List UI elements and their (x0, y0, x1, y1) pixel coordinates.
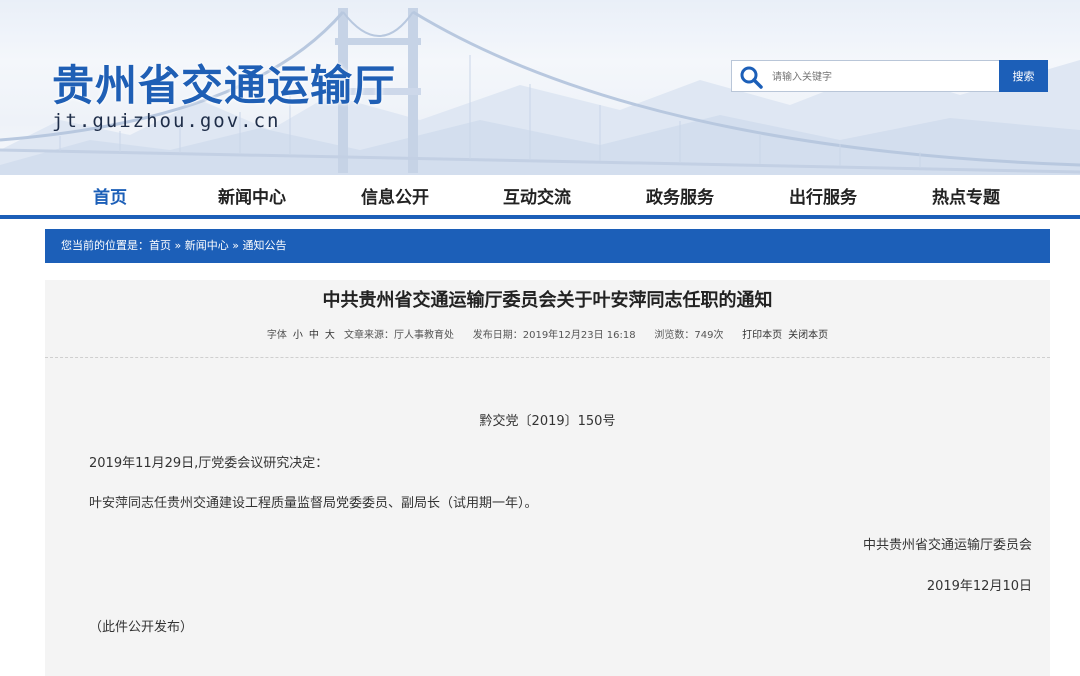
nav-underline-divider (0, 215, 1080, 219)
breadcrumb: 您当前的位置是：首页 » 新闻中心 » 通知公告 (45, 229, 1050, 263)
nav-item-news-center[interactable]: 新闻中心 (218, 183, 286, 208)
breadcrumb-item-home[interactable]: 首页 (149, 239, 171, 252)
article-publish-date: 发布日期：2019年12月23日 16:18 (472, 330, 636, 341)
font-size-large-button[interactable]: 大 (325, 330, 335, 341)
nav-item-gov-services[interactable]: 政务服务 (646, 183, 714, 208)
article-paragraph: 2019年11月29日,厅党委会议研究决定： (89, 456, 329, 471)
main-nav: 首页 新闻中心 信息公开 互动交流 政务服务 出行服务 热点专题 (0, 175, 1080, 219)
signature-date: 2019年12月10日 (926, 579, 1032, 594)
close-page-link[interactable]: 关闭本页 (788, 330, 828, 341)
document-number: 黔交党〔2019〕150号 (479, 414, 616, 429)
article-paragraph: 叶安萍同志任贵州交通建设工程质量监督局党委委员、副局长（试用期一年）。 (89, 496, 538, 511)
font-size-medium-button[interactable]: 中 (309, 330, 319, 341)
article-divider (45, 357, 1050, 358)
breadcrumb-separator: » (232, 239, 239, 252)
site-title[interactable]: 贵州省交通运输厅 (52, 52, 396, 113)
publication-note: （此件公开发布） (89, 620, 194, 635)
breadcrumb-prefix: 您当前的位置是： (61, 239, 149, 252)
search-input[interactable] (770, 66, 994, 88)
nav-item-info-disclosure[interactable]: 信息公开 (361, 183, 429, 208)
article-panel: 中共贵州省交通运输厅委员会关于叶安萍同志任职的通知 字体小中大 文章来源：厅人事… (45, 280, 1050, 676)
site-header: 贵州省交通运输厅 jt.guizhou.gov.cn 搜索 (0, 0, 1080, 175)
article-view-count: 浏览数：749次 (654, 330, 724, 341)
nav-item-interaction[interactable]: 互动交流 (503, 183, 571, 208)
print-page-link[interactable]: 打印本页 (742, 330, 782, 341)
nav-item-travel-services[interactable]: 出行服务 (789, 183, 857, 208)
site-domain: jt.guizhou.gov.cn (52, 110, 281, 132)
breadcrumb-separator: » (174, 239, 182, 252)
font-size-label: 字体 (266, 330, 287, 341)
breadcrumb-item-notices[interactable]: 通知公告 (242, 239, 286, 252)
search-bar: 搜索 (731, 60, 1048, 92)
search-box (731, 60, 1001, 92)
article-source: 文章来源：厅人事教育处 (344, 330, 455, 341)
search-button[interactable]: 搜索 (999, 60, 1048, 92)
nav-item-hot-topics[interactable]: 热点专题 (932, 183, 1000, 208)
font-size-small-button[interactable]: 小 (293, 330, 303, 341)
issuer-signature: 中共贵州省交通运输厅委员会 (862, 538, 1032, 553)
article-title: 中共贵州省交通运输厅委员会关于叶安萍同志任职的通知 (322, 290, 773, 311)
nav-item-home[interactable]: 首页 (93, 183, 127, 208)
search-icon (740, 66, 763, 89)
breadcrumb-item-news-center[interactable]: 新闻中心 (185, 239, 229, 252)
article-meta: 字体小中大 文章来源：厅人事教育处 发布日期：2019年12月23日 16:18… (45, 326, 1050, 341)
